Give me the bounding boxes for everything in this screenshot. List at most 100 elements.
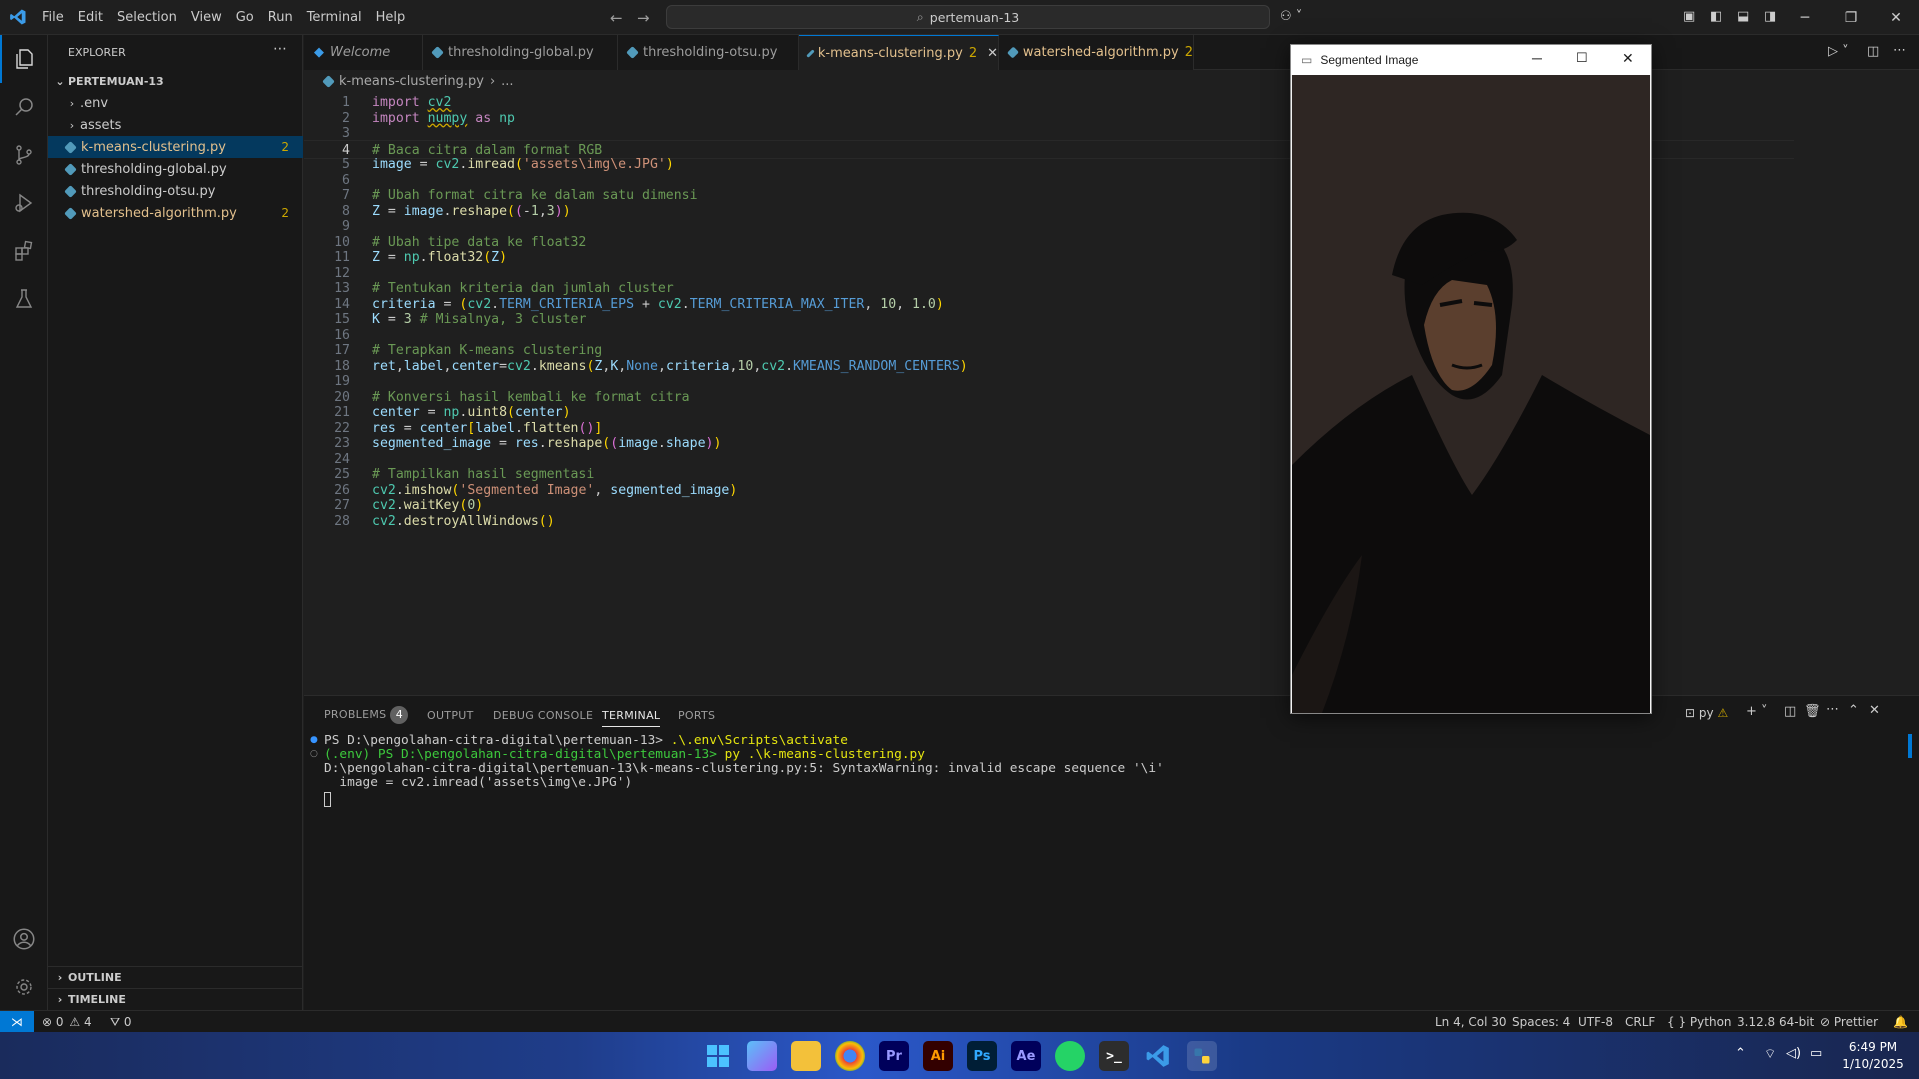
search-icon[interactable] [0, 83, 48, 131]
restore-icon[interactable]: ❐ [1828, 0, 1874, 35]
close-panel-icon[interactable]: ✕ [1869, 703, 1880, 718]
tree-item-thresholding-global[interactable]: thresholding-global.py [48, 158, 303, 180]
close-icon[interactable]: ✕ [1873, 0, 1919, 35]
tree-item-watershed-algorithm[interactable]: watershed-algorithm.py 2 [48, 202, 303, 224]
remote-indicator-icon[interactable]: ⋊ [0, 1011, 34, 1033]
prettier-status[interactable]: ⊘ Prettier [1820, 1011, 1878, 1033]
run-debug-icon[interactable] [0, 179, 48, 227]
terminal-profile[interactable]: ⊡ py ⚠ [1685, 706, 1728, 720]
windows-start-icon[interactable] [703, 1041, 733, 1071]
segmented-image-window[interactable]: ▭ Segmented Image ─ ☐ ✕ [1290, 44, 1652, 714]
extensions-icon[interactable] [0, 227, 48, 275]
breadcrumb: k-means-clustering.py › ... [304, 70, 514, 92]
code-editor[interactable]: 1 import cv2 2 import numpy as np 3 4 # Baca c… [304, 92, 1919, 692]
file-explorer-icon[interactable] [791, 1041, 821, 1071]
more-actions-icon[interactable]: ⋯ [1893, 43, 1906, 58]
maximize-icon[interactable]: ☐ [1576, 50, 1588, 66]
panel-tab-terminal[interactable]: TERMINAL [602, 709, 661, 727]
cursor-position[interactable]: Ln 4, Col 30 [1435, 1011, 1507, 1033]
minimize-icon[interactable]: ─ [1532, 50, 1542, 66]
terminal-app-icon[interactable]: >_ [1099, 1041, 1129, 1071]
toggle-secondary-sidebar-icon[interactable]: ◨ [1764, 9, 1776, 24]
back-arrow-icon[interactable]: ← [610, 9, 623, 27]
battery-icon[interactable]: ▭ [1810, 1046, 1822, 1061]
menu-run[interactable]: Run [261, 0, 300, 35]
ports-status[interactable]: ⛛ 0 [110, 1011, 132, 1033]
forward-arrow-icon[interactable]: → [637, 9, 650, 27]
run-python-icon[interactable]: ▷ ˅ [1828, 44, 1849, 59]
account-icon[interactable] [0, 915, 48, 963]
breadcrumb-symbol[interactable]: ... [501, 74, 513, 89]
more-actions-icon[interactable]: ⋯ [273, 41, 287, 57]
workspace-folder[interactable]: ⌄ PERTEMUAN-13 [48, 70, 303, 92]
terminal-scrollbar[interactable] [1908, 734, 1912, 758]
menu-help[interactable]: Help [369, 0, 413, 35]
vscode-app-icon[interactable] [1143, 1041, 1173, 1071]
new-terminal-icon[interactable]: + ˅ [1746, 704, 1768, 719]
panel-tab-problems[interactable]: PROBLEMS 4 [324, 706, 409, 724]
panel-tab-debug-console[interactable]: DEBUG CONSOLE [493, 709, 593, 722]
layout-customize-icon[interactable]: ▣ [1683, 9, 1695, 24]
split-editor-icon[interactable]: ◫ [1867, 44, 1879, 59]
tree-item-k-means-clustering[interactable]: k-means-clustering.py 2 [48, 136, 303, 158]
chrome-icon[interactable] [835, 1041, 865, 1071]
premiere-icon[interactable]: Pr [879, 1041, 909, 1071]
trash-icon[interactable]: 🗑 [1804, 704, 1821, 719]
line-code[interactable]: cv2.destroyAllWindows() [372, 512, 555, 531]
toggle-panel-icon[interactable]: ⬓ [1737, 9, 1749, 24]
menu-edit[interactable]: Edit [71, 0, 110, 35]
clock-time[interactable]: 6:49 PM [1838, 1040, 1908, 1054]
menu-terminal[interactable]: Terminal [300, 0, 369, 35]
outline-section[interactable]: › OUTLINE [48, 966, 303, 988]
copilot-icon[interactable]: ⚇ ˅ [1280, 9, 1302, 24]
tab-thresholding-otsu[interactable]: thresholding-otsu.py [618, 35, 799, 70]
chevron-down-icon: ⌄ [55, 74, 65, 88]
notifications-bell-icon[interactable]: 🔔 [1893, 1011, 1908, 1033]
problems-status[interactable]: ⊗ 0 ⚠ 4 [42, 1011, 92, 1033]
minimize-icon[interactable]: ─ [1782, 0, 1828, 35]
wifi-icon[interactable]: ⌔ [1764, 1046, 1776, 1062]
illustrator-icon[interactable]: Ai [923, 1041, 953, 1071]
maximize-panel-icon[interactable]: ⌃ [1848, 703, 1859, 718]
breadcrumb-file[interactable]: k-means-clustering.py [339, 74, 484, 89]
toggle-sidebar-icon[interactable]: ◧ [1710, 9, 1722, 24]
menu-file[interactable]: File [35, 0, 71, 35]
tab-welcome[interactable]: ◆ Welcome [304, 35, 423, 70]
command-center-search[interactable]: ⌕ pertemuan-13 [666, 5, 1270, 29]
close-icon[interactable]: ✕ [1622, 50, 1634, 67]
python-app-icon[interactable] [1187, 1041, 1217, 1071]
more-actions-icon[interactable]: ⋯ [1826, 702, 1839, 717]
language-mode[interactable]: { } Python [1667, 1011, 1732, 1033]
testing-icon[interactable] [0, 275, 48, 323]
volume-icon[interactable]: ◁) [1786, 1046, 1801, 1061]
source-control-icon[interactable] [0, 131, 48, 179]
segmented-window-titlebar[interactable]: ▭ Segmented Image ─ ☐ ✕ [1291, 45, 1651, 75]
settings-gear-icon[interactable] [0, 963, 48, 1011]
menu-selection[interactable]: Selection [110, 0, 184, 35]
menu-go[interactable]: Go [229, 0, 261, 35]
show-hidden-icons-icon[interactable]: ⌃ [1735, 1046, 1746, 1061]
explorer-sidebar: EXPLORER ⋯ ⌄ PERTEMUAN-13 › .env › asset… [48, 35, 303, 1010]
clock-date[interactable]: 1/10/2025 [1838, 1057, 1908, 1071]
encoding[interactable]: UTF-8 [1578, 1011, 1613, 1033]
tab-k-means-clustering[interactable]: k-means-clustering.py 2 ✕ [799, 35, 999, 70]
tab-watershed-algorithm[interactable]: watershed-algorithm.py 2 [999, 35, 1194, 70]
end-of-line[interactable]: CRLF [1625, 1011, 1655, 1033]
whatsapp-icon[interactable] [1055, 1041, 1085, 1071]
explorer-icon[interactable] [0, 35, 48, 83]
timeline-section[interactable]: › TIMELINE [48, 988, 303, 1010]
tree-item-thresholding-otsu[interactable]: thresholding-otsu.py [48, 180, 303, 202]
split-terminal-icon[interactable]: ◫ [1784, 704, 1796, 719]
python-interpreter[interactable]: 3.12.8 64-bit [1737, 1011, 1814, 1033]
panel-tab-ports[interactable]: PORTS [678, 709, 715, 722]
close-tab-icon[interactable]: ✕ [987, 46, 998, 61]
after-effects-icon[interactable]: Ae [1011, 1041, 1041, 1071]
panel-tab-output[interactable]: OUTPUT [427, 709, 474, 722]
tree-item-assets[interactable]: › assets [48, 114, 303, 136]
indentation[interactable]: Spaces: 4 [1512, 1011, 1570, 1033]
tab-thresholding-global[interactable]: thresholding-global.py [423, 35, 618, 70]
tree-item-env[interactable]: › .env [48, 92, 303, 114]
copilot-app-icon[interactable] [747, 1041, 777, 1071]
photoshop-icon[interactable]: Ps [967, 1041, 997, 1071]
menu-view[interactable]: View [184, 0, 229, 35]
